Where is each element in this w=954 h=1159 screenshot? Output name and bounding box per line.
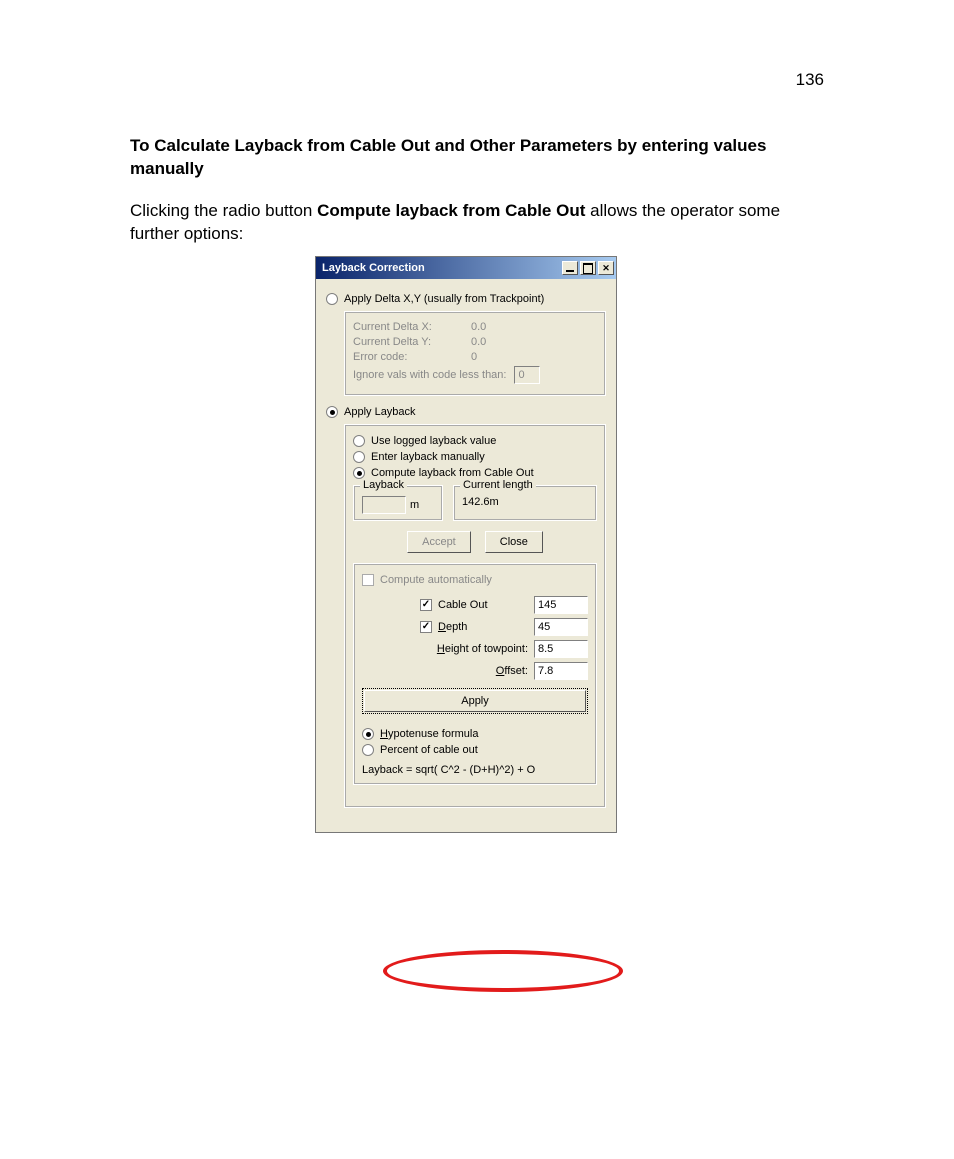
layback-group: Use logged layback value Enter layback m… <box>344 424 606 808</box>
offset-label: Offset: <box>496 665 528 677</box>
doc-heading: To Calculate Layback from Cable Out and … <box>130 135 824 181</box>
layback-unit: m <box>410 499 419 511</box>
compute-group: Compute automatically Cable Out 145 Dept… <box>353 563 597 785</box>
current-length-fieldset: Current length 142.6m <box>453 485 597 521</box>
radio-compute-cable-label: Compute layback from Cable Out <box>371 467 534 479</box>
layback-legend: Layback <box>360 479 407 491</box>
radio-icon <box>362 744 374 756</box>
radio-icon <box>326 293 338 305</box>
radio-hypotenuse[interactable]: Hypotenuse formula <box>362 728 588 740</box>
apply-button[interactable]: Apply <box>364 690 586 712</box>
para-prefix: Clicking the radio button <box>130 201 317 220</box>
depth-input[interactable]: 45 <box>534 618 588 636</box>
layback-correction-dialog: Layback Correction Apply Delta X,Y (usua… <box>315 256 617 833</box>
dialog-title: Layback Correction <box>322 262 562 274</box>
annotation-red-ellipse <box>383 950 623 992</box>
close-button[interactable]: Close <box>485 531 543 553</box>
radio-percent-cable-label: Percent of cable out <box>380 744 478 756</box>
current-delta-x-value: 0.0 <box>471 321 486 333</box>
radio-apply-layback[interactable]: Apply Layback <box>326 406 606 418</box>
radio-enter-manual-label: Enter layback manually <box>371 451 485 463</box>
radio-icon <box>353 435 365 447</box>
cable-out-label: Cable Out <box>438 599 488 611</box>
titlebar[interactable]: Layback Correction <box>316 257 616 279</box>
radio-icon <box>326 406 338 418</box>
maximize-button[interactable] <box>580 261 596 275</box>
radio-enter-manual[interactable]: Enter layback manually <box>353 451 597 463</box>
ignore-vals-label: Ignore vals with code less than: <box>353 369 506 381</box>
radio-hypotenuse-label: Hypotenuse formula <box>380 728 478 740</box>
radio-icon <box>353 467 365 479</box>
radio-apply-delta[interactable]: Apply Delta X,Y (usually from Trackpoint… <box>326 293 606 305</box>
radio-percent-cable[interactable]: Percent of cable out <box>362 744 588 756</box>
depth-checkbox[interactable] <box>420 621 432 633</box>
radio-apply-delta-label: Apply Delta X,Y (usually from Trackpoint… <box>344 293 544 305</box>
compute-auto-check: Compute automatically <box>362 574 588 586</box>
compute-auto-label: Compute automatically <box>380 574 492 586</box>
doc-paragraph: Clicking the radio button Compute laybac… <box>130 200 824 246</box>
radio-compute-cable[interactable]: Compute layback from Cable Out <box>353 467 597 479</box>
error-code-value: 0 <box>471 351 477 363</box>
page-number: 136 <box>796 70 824 90</box>
radio-use-logged[interactable]: Use logged layback value <box>353 435 597 447</box>
radio-icon <box>362 728 374 740</box>
current-length-value: 142.6m <box>462 496 499 508</box>
radio-use-logged-label: Use logged layback value <box>371 435 496 447</box>
close-window-button[interactable] <box>598 261 614 275</box>
checkbox-icon <box>362 574 374 586</box>
current-delta-x-label: Current Delta X: <box>353 321 463 333</box>
accept-button: Accept <box>407 531 471 553</box>
ignore-vals-input: 0 <box>514 366 540 384</box>
current-length-legend: Current length <box>460 479 536 491</box>
layback-fieldset: Layback m <box>353 485 443 521</box>
cable-out-input[interactable]: 145 <box>534 596 588 614</box>
para-bold: Compute layback from Cable Out <box>317 201 585 220</box>
radio-apply-layback-label: Apply Layback <box>344 406 416 418</box>
height-input[interactable]: 8.5 <box>534 640 588 658</box>
formula-text: Layback = sqrt( C^2 - (D+H)^2) + O <box>362 764 588 776</box>
depth-label: Depth <box>438 621 467 633</box>
minimize-button[interactable] <box>562 261 578 275</box>
error-code-label: Error code: <box>353 351 463 363</box>
cable-out-checkbox[interactable] <box>420 599 432 611</box>
apply-button-focus: Apply <box>362 688 588 714</box>
delta-group: Current Delta X: 0.0 Current Delta Y: 0.… <box>344 311 606 396</box>
layback-input <box>362 496 406 514</box>
current-delta-y-value: 0.0 <box>471 336 486 348</box>
height-label: Height of towpoint: <box>437 643 528 655</box>
offset-input[interactable]: 7.8 <box>534 662 588 680</box>
radio-icon <box>353 451 365 463</box>
current-delta-y-label: Current Delta Y: <box>353 336 463 348</box>
